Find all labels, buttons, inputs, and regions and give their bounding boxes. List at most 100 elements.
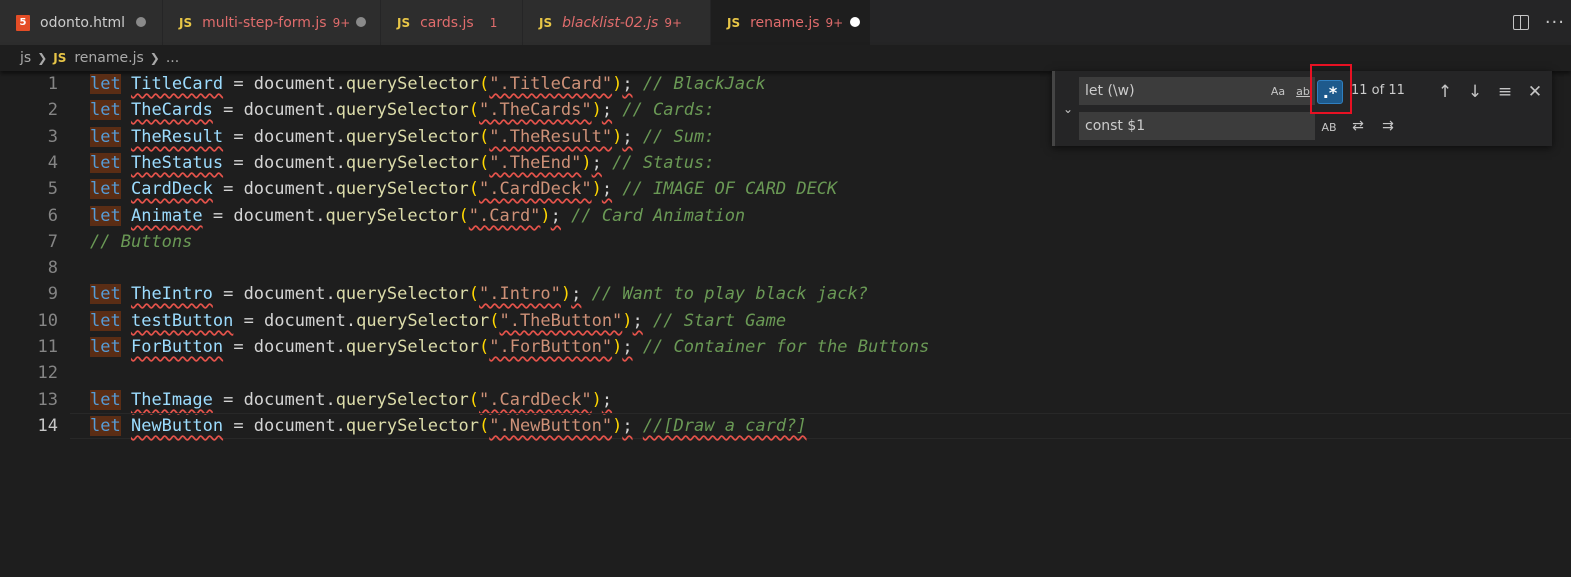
problem-count-badge: 9+ (825, 15, 844, 30)
keyword-token: let (90, 390, 121, 410)
keyword-token: let (90, 153, 121, 173)
tab-odonto-html[interactable]: 5 odonto.html (0, 0, 162, 45)
chevron-right-icon: ❯ (37, 51, 48, 65)
modified-dot-icon[interactable] (136, 17, 146, 27)
function-token: querySelector (345, 337, 479, 357)
code-line[interactable]: 12 (0, 360, 1571, 386)
function-token: querySelector (345, 153, 479, 173)
identifier-token: TitleCard (130, 74, 224, 94)
javascript-icon: JS (179, 15, 193, 30)
tab-bar: 5 odonto.html JS multi-step-form.js 9+ J… (0, 0, 1571, 45)
operator-token: = document. (212, 390, 336, 410)
breadcrumb-symbols[interactable]: ... (166, 50, 179, 66)
tab-multi-step-form-js[interactable]: JS multi-step-form.js 9+ (163, 0, 380, 45)
toggle-replace-icon[interactable]: ⌄ (1059, 71, 1077, 146)
comment-token: // Want to play black jack? (591, 284, 868, 304)
code-line[interactable]: 7 // Buttons (0, 229, 1571, 255)
identifier-token: TheStatus (130, 153, 224, 173)
operator-token: = document. (233, 311, 357, 331)
code-text: let ForButton = document.querySelector("… (90, 337, 930, 357)
replace-icon[interactable]: ⇄ (1347, 115, 1369, 137)
problem-count-badge: 1 (489, 15, 498, 30)
keyword-token: let (90, 284, 121, 304)
keyword-token: let (90, 337, 121, 357)
function-token: querySelector (335, 179, 469, 199)
match-count: 11 of 11 (1351, 83, 1405, 98)
operator-token: = document. (202, 206, 326, 226)
comment-token: // Container for the Buttons (642, 337, 930, 357)
code-editor[interactable]: 1 let TitleCard = document.querySelector(… (0, 71, 1571, 577)
tab-label: multi-step-form.js (202, 14, 327, 31)
code-line[interactable]: 6 let Animate = document.querySelector(".… (0, 203, 1571, 229)
split-editor-icon[interactable] (1512, 15, 1529, 30)
match-case-toggle[interactable]: Aa (1267, 80, 1289, 102)
code-line[interactable]: 9 let TheIntro = document.querySelector("… (0, 281, 1571, 307)
breadcrumb-folder[interactable]: js (20, 50, 31, 66)
tab-label: blacklist-02.js (562, 14, 659, 31)
line-number: 11 (37, 337, 58, 357)
tab-label: rename.js (750, 14, 820, 31)
operator-token: = document. (223, 127, 346, 147)
modified-dot-icon[interactable] (850, 17, 860, 27)
editor-actions: ··· (1512, 0, 1571, 45)
operator-token: = document. (223, 74, 346, 94)
javascript-icon: JS (397, 15, 411, 30)
tab-blacklist-02-js[interactable]: JS blacklist-02.js 9+ (523, 0, 710, 45)
string-token: ".TheResult" (489, 127, 613, 147)
code-text: let TheIntro = document.querySelector(".… (90, 284, 868, 304)
tab-rename-js[interactable]: JS rename.js 9+ (711, 0, 870, 45)
code-text: // Buttons (90, 229, 192, 255)
function-token: querySelector (335, 100, 469, 120)
string-token: ".NewButton" (489, 416, 613, 436)
code-line[interactable]: 5 let CardDeck = document.querySelector("… (0, 176, 1571, 202)
preserve-case-toggle[interactable]: AB (1317, 116, 1341, 138)
code-line[interactable]: 4 let TheStatus = document.querySelector(… (0, 150, 1571, 176)
line-number: 6 (47, 206, 58, 226)
comment-token: // Start Game (653, 311, 787, 331)
replace-input[interactable]: const $1 (1079, 112, 1315, 140)
modified-dot-icon[interactable] (356, 17, 366, 27)
line-number: 1 (47, 74, 58, 94)
previous-match-icon[interactable]: ↑ (1434, 81, 1456, 103)
find-in-selection-icon[interactable]: ≡ (1494, 81, 1516, 103)
code-line[interactable]: 11 let ForButton = document.querySelector… (0, 334, 1571, 360)
operator-token: = document. (212, 179, 336, 199)
comment-token: // Status: (612, 153, 715, 173)
keyword-token: let (90, 100, 121, 120)
code-text: let CardDeck = document.querySelector(".… (90, 179, 838, 199)
line-number: 13 (37, 390, 58, 410)
code-line[interactable]: 14 let NewButton = document.querySelector… (0, 413, 1571, 439)
code-line[interactable]: 13 let TheImage = document.querySelector(… (0, 387, 1571, 413)
line-number: 9 (47, 284, 58, 304)
identifier-token: testButton (130, 311, 234, 331)
tab-cards-js[interactable]: JS cards.js 1 (381, 0, 522, 45)
identifier-token: TheIntro (130, 284, 213, 304)
code-line[interactable]: 10 let testButton = document.querySelecto… (0, 308, 1571, 334)
function-token: querySelector (345, 74, 479, 94)
next-match-icon[interactable]: ↓ (1464, 81, 1486, 103)
line-number: 8 (47, 258, 58, 278)
javascript-icon: JS (727, 15, 741, 30)
close-icon[interactable]: ✕ (1524, 81, 1546, 103)
replace-all-icon[interactable]: ⇉ (1377, 115, 1399, 137)
keyword-token: let (90, 206, 121, 226)
code-text: let TheStatus = document.querySelector("… (90, 153, 715, 173)
comment-token: // Buttons (90, 232, 193, 252)
breadcrumb-file[interactable]: rename.js (74, 50, 143, 66)
html5-icon: 5 (16, 14, 30, 31)
code-text: let TheResult = document.querySelector("… (90, 127, 715, 147)
string-token: ".TitleCard" (489, 74, 613, 94)
identifier-token: CardDeck (130, 179, 213, 199)
keyword-token: let (90, 127, 121, 147)
identifier-token: NewButton (130, 416, 224, 436)
code-text: let TheImage = document.querySelector(".… (90, 390, 613, 410)
code-line[interactable]: 8 (0, 255, 1571, 281)
code-text: let NewButton = document.querySelector("… (90, 416, 807, 436)
keyword-token: let (90, 416, 121, 436)
keyword-token: let (90, 311, 121, 331)
code-text: let TheCards = document.querySelector(".… (90, 100, 715, 120)
string-token: ".Card" (468, 206, 541, 226)
more-actions-icon[interactable]: ··· (1545, 12, 1565, 33)
operator-token: = document. (223, 337, 346, 357)
string-token: ".TheButton" (499, 311, 623, 331)
